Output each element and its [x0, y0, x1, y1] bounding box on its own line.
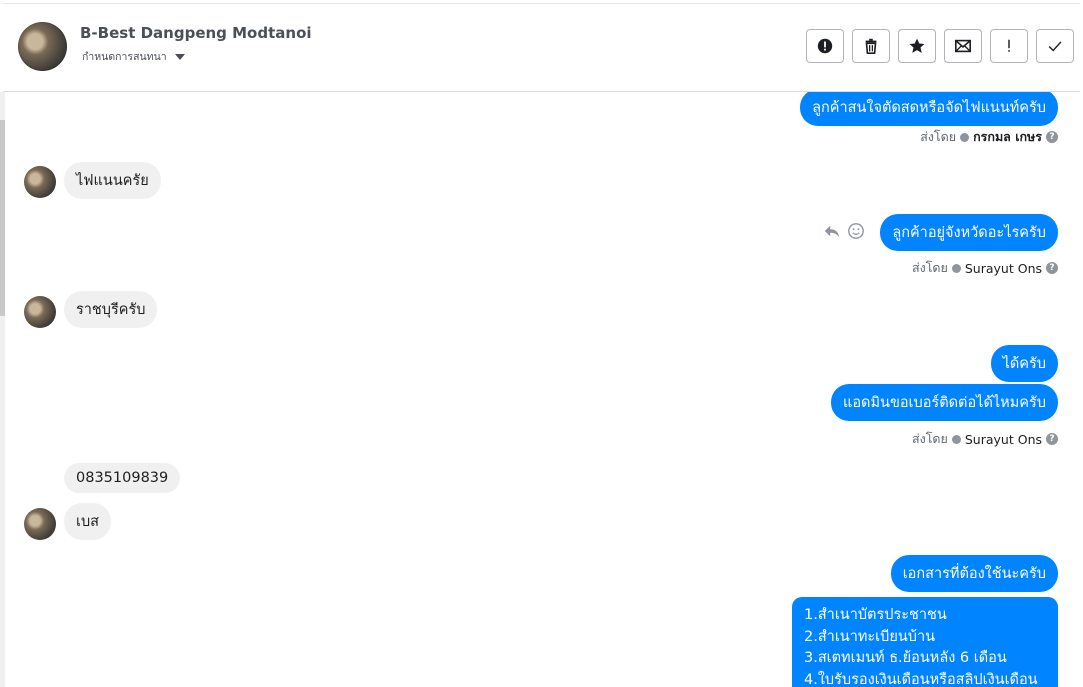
- list-line: 3.สเตทเมนท์ ธ.ย้อนหลัง 6 เดือน: [804, 650, 1007, 666]
- emoji-icon[interactable]: [847, 222, 865, 240]
- envelope-icon: [954, 39, 972, 53]
- follow-up-button[interactable]: [990, 29, 1028, 63]
- sent-by-prefix: ส่งโดย: [920, 129, 957, 144]
- list-line: 4.ใบรับรองเงินเดือนหรือสลิปเงินเดือน: [804, 671, 1038, 687]
- sent-by-prefix: ส่งโดย: [911, 260, 948, 275]
- star-button[interactable]: [898, 29, 936, 63]
- sender-name[interactable]: Surayut Ons: [965, 432, 1042, 447]
- outgoing-message[interactable]: ลูกค้าสนใจตัดสดหรือจัดไฟแนนท์ครับ: [800, 92, 1058, 126]
- contact-avatar-small: [24, 296, 56, 328]
- contact-avatar-small: [24, 508, 56, 540]
- outgoing-message-list[interactable]: 1.สำเนาบัตรประชาชน 2.สำเนาทะเบียนบ้าน 3.…: [792, 597, 1058, 687]
- alert-circle-icon: [817, 38, 833, 54]
- trash-icon: [865, 38, 877, 55]
- star-icon: [909, 38, 925, 53]
- conversation-label-dropdown[interactable]: กำหนดการสนทนา: [82, 48, 185, 65]
- reply-icon[interactable]: [823, 222, 841, 240]
- mark-spam-button[interactable]: [806, 29, 844, 63]
- outgoing-message[interactable]: เอกสารที่ต้องใช้นะครับ: [890, 555, 1058, 592]
- list-line: 2.สำเนาทะเบียนบ้าน: [804, 628, 936, 645]
- delete-button[interactable]: [852, 29, 890, 63]
- sent-by-label: ส่งโดย Surayut Ons ?: [912, 429, 1058, 449]
- check-icon: [1048, 41, 1062, 52]
- sent-by-label: ส่งโดย กรกมล เกษร ?: [920, 127, 1058, 147]
- incoming-message[interactable]: เบส: [64, 503, 112, 540]
- conversation-label-text: กำหนดการสนทนา: [82, 51, 167, 63]
- message-thread: ลูกค้าสนใจตัดสดหรือจัดไฟแนนท์ครับ ส่งโดย…: [0, 92, 1083, 687]
- help-icon[interactable]: ?: [1046, 433, 1058, 445]
- exclamation-icon: [1008, 39, 1010, 52]
- sender-dot-icon: [960, 132, 970, 142]
- conversation-header: B-Best Dangpeng Modtanoi กำหนดการสนทนา: [3, 4, 1080, 92]
- sender-dot-icon: [951, 434, 961, 444]
- incoming-message[interactable]: 0835109839: [64, 463, 181, 493]
- sender-name[interactable]: Surayut Ons: [965, 261, 1042, 276]
- message-actions: [823, 222, 865, 240]
- help-icon[interactable]: ?: [1046, 131, 1058, 143]
- header-toolbar: [806, 29, 1074, 63]
- help-icon[interactable]: ?: [1046, 262, 1058, 274]
- mark-done-button[interactable]: [1036, 29, 1074, 63]
- outgoing-message[interactable]: ได้ครับ: [990, 345, 1058, 382]
- contact-name[interactable]: B-Best Dangpeng Modtanoi: [80, 24, 312, 42]
- mark-unread-button[interactable]: [944, 29, 982, 63]
- sent-by-prefix: ส่งโดย: [911, 431, 948, 446]
- list-line: 1.สำเนาบัตรประชาชน: [804, 607, 947, 623]
- contact-avatar[interactable]: [18, 22, 67, 71]
- caret-down-icon: [174, 53, 185, 60]
- sender-dot-icon: [951, 263, 961, 273]
- sent-by-label: ส่งโดย Surayut Ons ?: [912, 258, 1058, 278]
- incoming-message[interactable]: ราชบุรีครับ: [64, 291, 158, 328]
- incoming-message[interactable]: ไฟแนนครัย: [64, 162, 161, 199]
- outgoing-message[interactable]: ลูกค้าอยู่จังหวัดอะไรครับ: [880, 214, 1058, 251]
- contact-avatar-small: [24, 166, 56, 198]
- sender-name[interactable]: กรกมล เกษร: [973, 127, 1042, 147]
- outgoing-message[interactable]: แอดมินขอเบอร์ติดต่อได้ไหมครับ: [831, 384, 1058, 421]
